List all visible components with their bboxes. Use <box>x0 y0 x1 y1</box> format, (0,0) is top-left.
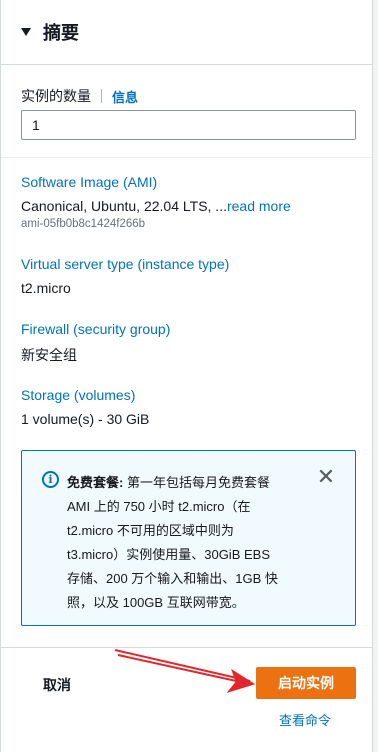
free-tier-line: 存储、200 万个输入和输出、1GB 快 <box>67 571 278 586</box>
instance-count-input[interactable] <box>21 110 356 140</box>
read-more-link[interactable]: read more <box>227 198 291 214</box>
free-tier-line: AMI 上的 750 小时 t2.micro（在 <box>67 499 251 514</box>
ami-value: Canonical, Ubuntu, 22.04 LTS, ... <box>21 198 227 214</box>
caret-down-icon[interactable] <box>21 28 31 36</box>
info-icon: i <box>42 471 59 488</box>
ami-label-link[interactable]: Software Image (AMI) <box>21 174 157 190</box>
summary-panel: 摘要 实例的数量 信息 Software Image (AMI) Canonic… <box>0 0 373 752</box>
free-tier-alert: i 免费套餐: 第一年包括每月免费套餐 AMI 上的 750 小时 t2.mic… <box>21 450 356 626</box>
ami-id: ami-05fb0b8c1424f266b <box>21 218 146 230</box>
cancel-button[interactable]: 取消 <box>43 675 71 695</box>
launch-instance-button[interactable]: 启动实例 <box>256 667 356 699</box>
free-tier-line: t2.micro 不可用的区域中则为 <box>67 523 234 538</box>
free-tier-text: 免费套餐: 第一年包括每月免费套餐 AMI 上的 750 小时 t2.micro… <box>67 471 307 615</box>
close-icon[interactable]: ✕ <box>316 466 336 488</box>
instance-type-value: t2.micro <box>21 280 71 296</box>
summary-title: 摘要 <box>43 23 79 43</box>
ami-value-row: Canonical, Ubuntu, 22.04 LTS, ...read mo… <box>21 198 291 216</box>
firewall-value: 新安全组 <box>21 347 77 363</box>
storage-label-link[interactable]: Storage (volumes) <box>21 387 135 403</box>
divider <box>101 89 102 103</box>
info-link[interactable]: 信息 <box>112 87 138 106</box>
summary-header[interactable]: 摘要 <box>1 0 372 65</box>
storage-value: 1 volume(s) - 30 GiB <box>21 411 150 427</box>
free-tier-line: 免费套餐: 第一年包括每月免费套餐 <box>67 471 307 495</box>
free-tier-heading: 免费套餐: <box>67 475 124 490</box>
free-tier-line-text: 第一年包括每月免费套餐 <box>126 475 270 490</box>
free-tier-line: 照，以及 100GB 互联网带宽。 <box>67 595 245 610</box>
instance-count-label-row: 实例的数量 信息 <box>21 86 138 106</box>
instance-type-label-link[interactable]: Virtual server type (instance type) <box>21 256 229 272</box>
footer-divider <box>1 647 372 648</box>
instance-count-label: 实例的数量 <box>21 88 91 104</box>
free-tier-line: t3.micro）实例使用量、30GiB EBS <box>67 547 270 562</box>
divider <box>1 157 372 158</box>
view-commands-link[interactable]: 查看命令 <box>279 710 331 729</box>
firewall-label-link[interactable]: Firewall (security group) <box>21 321 170 337</box>
